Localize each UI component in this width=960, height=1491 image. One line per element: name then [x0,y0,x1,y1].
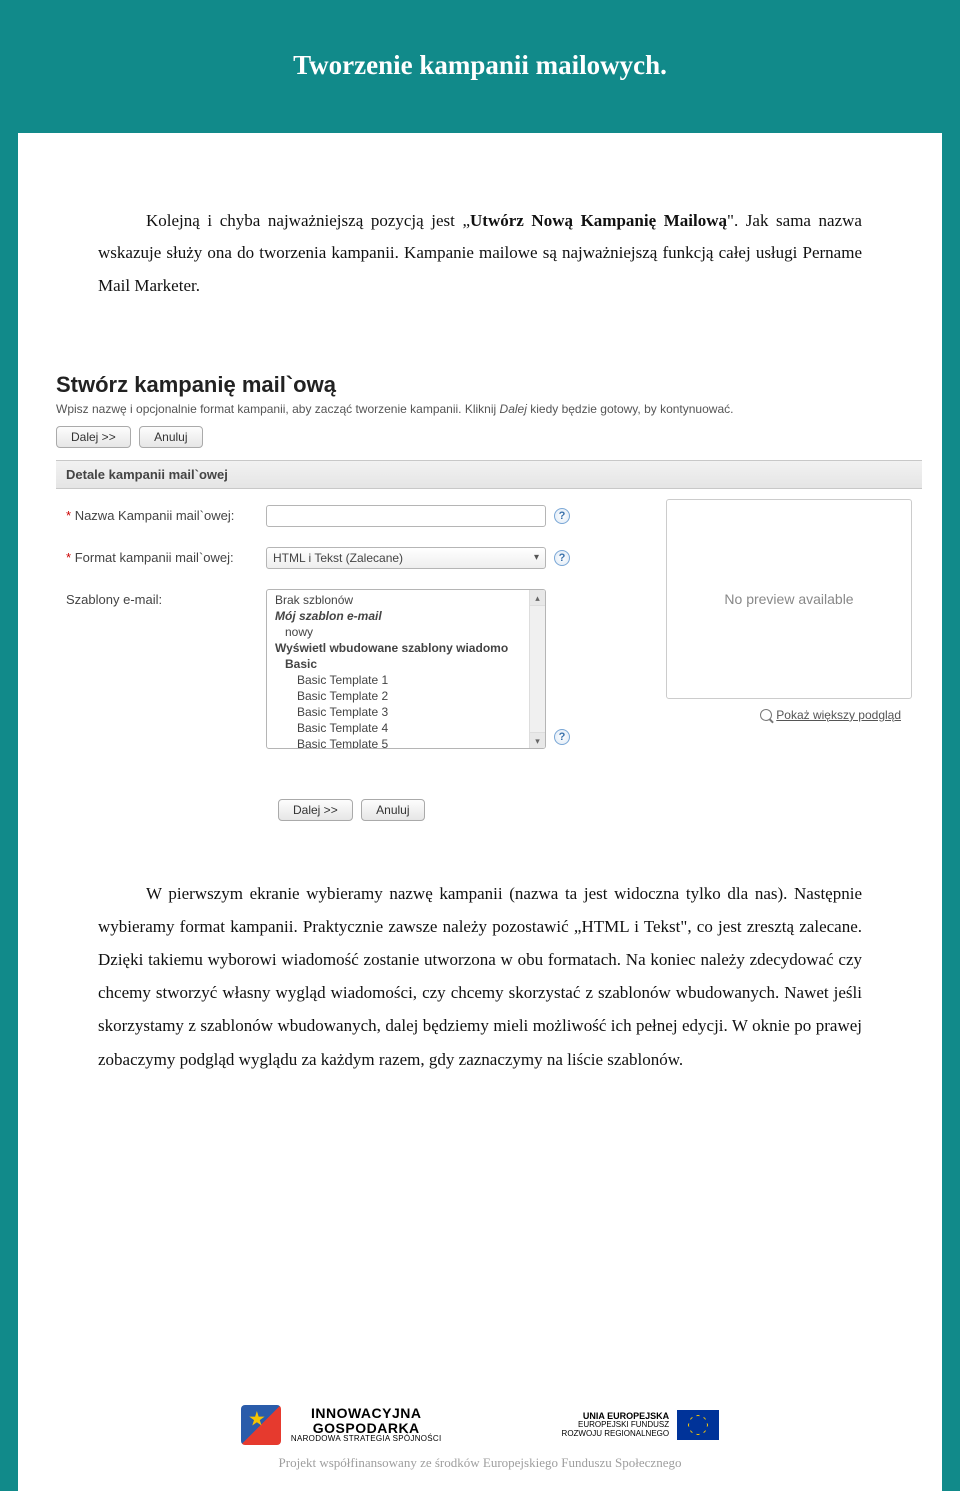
next-button[interactable]: Dalej >> [278,799,353,821]
logo-innowacyjna-gospodarka: INNOWACYJNA GOSPODARKA NARODOWA STRATEGI… [241,1405,442,1445]
paragraph-2: W pierwszym ekranie wybieramy nazwę kamp… [98,877,862,1076]
intro-text-a: Kolejną i chyba najważniejszą pozycją je… [146,211,470,230]
label-campaign-format: * Format kampanii mail`owej: [66,547,266,565]
row-campaign-format: * Format kampanii mail`owej: HTML i Teks… [56,541,656,583]
app-hint: Wpisz nazwę i opcjonalnie format kampani… [56,402,922,416]
page-title: Tworzenie kampanii mailowych. [18,10,942,133]
scroll-down-icon[interactable]: ▾ [530,732,545,748]
scroll-up-icon[interactable]: ▴ [530,590,545,606]
hint-a: Wpisz nazwę i opcjonalnie format kampani… [56,402,500,416]
campaign-format-select[interactable]: HTML i Tekst (Zalecane) ▾ [266,547,546,569]
ig-line2: GOSPODARKA [291,1421,442,1436]
intro-paragraph: Kolejną i chyba najważniejszą pozycją je… [98,205,862,302]
magnifier-icon [760,709,772,721]
required-icon: * [66,550,71,565]
list-item[interactable]: Wyświetl wbudowane szablony wiadomo [267,640,545,656]
preview-empty-text: No preview available [724,591,853,607]
logo-unia-europejska: UNIA EUROPEJSKA EUROPEJSKI FUNDUSZ ROZWO… [562,1410,720,1440]
help-icon[interactable]: ? [554,550,570,566]
list-item[interactable]: Basic Template 5 [267,736,545,749]
list-item[interactable]: Basic Template 3 [267,704,545,720]
chevron-down-icon: ▾ [534,552,539,563]
app-panel: Stwórz kampanię mail`ową Wpisz nazwę i o… [18,372,942,821]
preview-link-text: Pokaż większy podgląd [776,708,901,722]
list-item[interactable]: nowy [267,624,545,640]
list-item[interactable]: Basic Template 2 [267,688,545,704]
label-campaign-name: * Nazwa Kampanii mail`owej: [66,505,266,523]
footer: INNOWACYJNA GOSPODARKA NARODOWA STRATEGI… [18,1405,942,1471]
row-templates: Szablony e-mail: Brak szblonówMój szablo… [56,583,656,763]
bottom-button-row: Dalej >> Anuluj [56,799,922,821]
label-campaign-format-text: Format kampanii mail`owej: [75,550,234,565]
label-templates: Szablony e-mail: [66,589,266,607]
scrollbar[interactable]: ▴ ▾ [529,590,545,748]
list-item[interactable]: Basic Template 1 [267,672,545,688]
label-campaign-name-text: Nazwa Kampanii mail`owej: [75,508,235,523]
footer-funding-line: Projekt współfinansowany ze środków Euro… [18,1455,942,1471]
preview-enlarge-link[interactable]: Pokaż większy podgląd [760,708,901,722]
label-templates-text: Szablony e-mail: [66,592,162,607]
cancel-button[interactable]: Anuluj [361,799,424,821]
top-button-row: Dalej >> Anuluj [56,426,922,448]
eu-flag-icon [677,1410,719,1440]
eu-line3: ROZWOJU REGIONALNEGO [562,1430,670,1438]
select-value: HTML i Tekst (Zalecane) [273,551,403,565]
app-heading: Stwórz kampanię mail`ową [56,372,922,398]
list-item[interactable]: Mój szablon e-mail [267,608,545,624]
row-campaign-name: * Nazwa Kampanii mail`owej: ? [56,499,656,541]
list-item[interactable]: Basic [267,656,545,672]
intro-bold: Utwórz Nową Kampanię Mailową [470,211,727,230]
campaign-name-input[interactable] [266,505,546,527]
required-icon: * [66,508,71,523]
list-item[interactable]: Brak szblonów [267,592,545,608]
next-button[interactable]: Dalej >> [56,426,131,448]
help-icon[interactable]: ? [554,729,570,745]
hint-b: kiedy będzie gotowy, by kontynuować. [527,402,734,416]
list-item[interactable]: Basic Template 4 [267,720,545,736]
section-header: Detale kampanii mail`owej [56,460,922,489]
help-icon[interactable]: ? [554,508,570,524]
ig-badge-icon [241,1405,281,1445]
cancel-button[interactable]: Anuluj [139,426,202,448]
ig-line3: NARODOWA STRATEGIA SPÓJNOŚCI [291,1435,442,1443]
hint-italic: Dalej [500,402,527,416]
preview-pane: No preview available Pokaż większy podgl… [666,499,912,699]
ig-line1: INNOWACYJNA [291,1406,442,1421]
template-listbox[interactable]: Brak szblonówMój szablon e-mailnowyWyświ… [266,589,546,749]
